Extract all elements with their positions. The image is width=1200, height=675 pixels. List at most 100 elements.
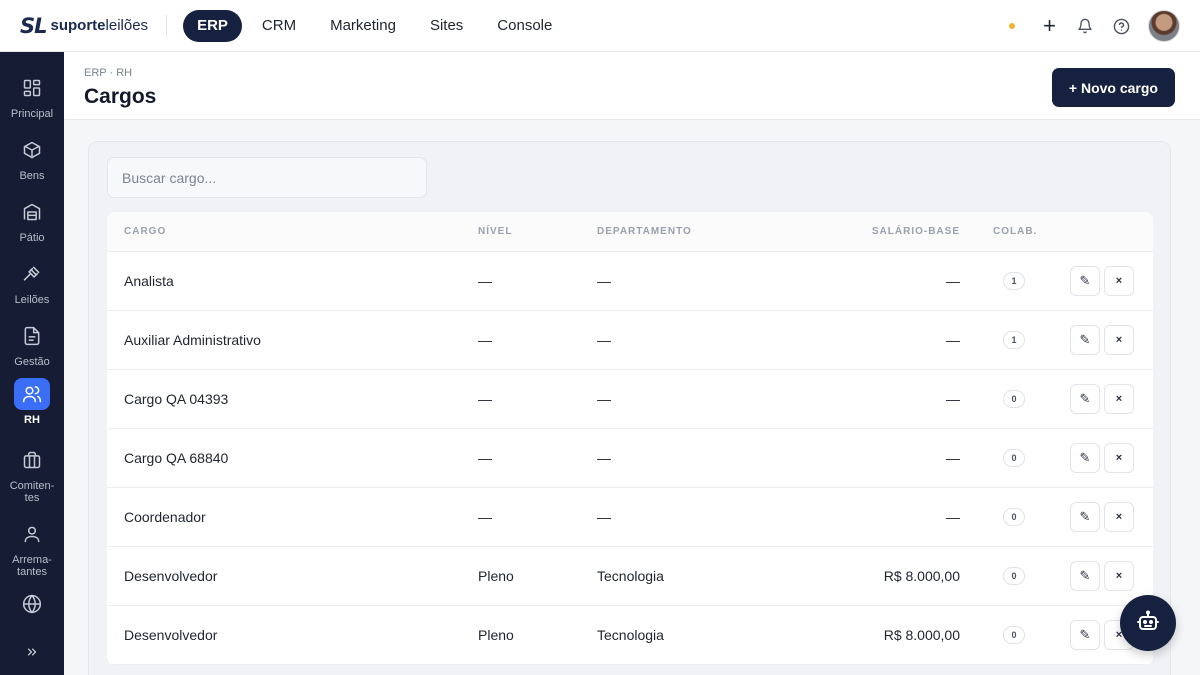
sidebar-item-label: Bens — [19, 170, 45, 182]
cell-nivel: Pleno — [478, 568, 514, 584]
sidebar-item-label: Principal — [10, 108, 54, 120]
delete-icon[interactable]: × — [1104, 502, 1134, 532]
sidebar-item-label: Pátio — [19, 232, 45, 244]
top-right-actions: + — [1009, 0, 1180, 52]
cell-salario: R$ 8.000,00 — [883, 568, 960, 584]
table-row[interactable]: Desenvolvedor Pleno Tecnologia R$ 8.000,00 0… — [107, 606, 1153, 665]
table-row[interactable]: Desenvolvedor Pleno Tecnologia R$ 8.000,00 0… — [107, 547, 1153, 606]
new-cargo-button[interactable]: + Novo cargo — [1051, 68, 1175, 107]
sidebar-item-leiloes[interactable]: Leilões — [0, 258, 64, 306]
table-row[interactable]: Auxiliar Administrativo — — — 1 ✎ × — [107, 311, 1153, 370]
table-row[interactable]: Coordenador — — — 0 ✎ × — [107, 488, 1153, 547]
double-chevron-right-icon[interactable] — [22, 642, 42, 662]
page-title: Cargos — [84, 85, 157, 108]
cell-cargo: Desenvolvedor — [124, 627, 218, 643]
delete-icon[interactable]: × — [1104, 325, 1134, 355]
sidebar-item-label: Gestão — [14, 356, 50, 368]
sidebar-item-gestao[interactable]: Gestão — [0, 320, 64, 368]
cell-departamento: — — [597, 391, 611, 407]
globe-icon — [14, 588, 50, 620]
edit-icon[interactable]: ✎ — [1070, 502, 1100, 532]
gavel-icon — [14, 258, 50, 290]
cell-cargo: Desenvolvedor — [124, 568, 218, 584]
delete-icon[interactable]: × — [1104, 266, 1134, 296]
table-row[interactable]: Cargo QA 04393 — — — 0 ✎ × — [107, 370, 1153, 429]
content-card: CARGO NÍVEL DEPARTAMENTO SALÁRIO-BASE CO… — [88, 141, 1171, 675]
edit-icon[interactable]: ✎ — [1070, 561, 1100, 591]
sidebar-item-principal[interactable]: Principal — [0, 72, 64, 120]
cell-salario: — — [946, 509, 960, 525]
column-header-colab[interactable]: COLAB. — [993, 226, 1037, 237]
cell-departamento: Tecnologia — [597, 627, 664, 643]
sidebar-item-rh[interactable]: RH — [0, 378, 64, 426]
help-icon[interactable] — [1112, 17, 1130, 35]
sidebar-item-arrematantes[interactable]: Arrema-tantes — [0, 518, 64, 578]
cell-nivel: — — [478, 509, 492, 525]
top-bar: SL suporteleilões ERP CRM Marketing Site… — [0, 0, 1200, 52]
status-dot — [1009, 23, 1016, 29]
cell-cargo: Auxiliar Administrativo — [124, 332, 261, 348]
top-nav: ERP CRM Marketing Sites Console — [183, 9, 566, 42]
sidebar-item-sites[interactable] — [0, 588, 64, 620]
edit-icon[interactable]: ✎ — [1070, 620, 1100, 650]
logo-text: suporteleilões — [50, 17, 149, 34]
cell-departamento: — — [597, 509, 611, 525]
robot-icon — [1136, 609, 1160, 638]
cell-nivel: — — [478, 391, 492, 407]
cell-cargo: Cargo QA 68840 — [124, 450, 229, 466]
top-nav-erp[interactable]: ERP — [183, 9, 242, 42]
breadcrumb: ERP · RH — [84, 67, 133, 79]
cell-departamento: — — [597, 273, 611, 289]
column-header-cargo[interactable]: CARGO — [124, 226, 166, 237]
colab-count-badge: 1 — [1003, 272, 1025, 290]
table-row[interactable]: Analista — — — 1 ✎ × — [107, 252, 1153, 311]
cell-departamento: Tecnologia — [597, 568, 664, 584]
delete-icon[interactable]: × — [1104, 384, 1134, 414]
table-body: Analista — — —1 ✎ × Auxiliar Administrativo — — —… — [107, 252, 1153, 665]
colab-count-badge: 0 — [1003, 567, 1025, 585]
edit-icon[interactable]: ✎ — [1070, 266, 1100, 296]
sidebar: Principal Bens Pátio Leilões Gestão RH C… — [0, 52, 64, 675]
plus-icon[interactable]: + — [1043, 15, 1056, 37]
top-nav-sites[interactable]: Sites — [416, 10, 477, 42]
colab-count-badge: 0 — [1003, 508, 1025, 526]
cell-cargo: Analista — [124, 273, 174, 289]
cell-salario: — — [946, 273, 960, 289]
users-icon — [14, 378, 50, 410]
top-nav-marketing[interactable]: Marketing — [316, 10, 410, 42]
edit-icon[interactable]: ✎ — [1070, 384, 1100, 414]
column-header-departamento[interactable]: DEPARTAMENTO — [597, 226, 692, 237]
page-header: ERP · RH Cargos + Novo cargo — [64, 52, 1200, 120]
logo-divider — [166, 14, 168, 37]
delete-icon[interactable]: × — [1104, 443, 1134, 473]
cell-salario: — — [946, 332, 960, 348]
edit-icon[interactable]: ✎ — [1070, 325, 1100, 355]
logo-mark: SL — [20, 13, 47, 38]
cell-cargo: Coordenador — [124, 509, 206, 525]
colab-count-badge: 1 — [1003, 331, 1025, 349]
sidebar-item-bens[interactable]: Bens — [0, 134, 64, 182]
cell-salario: — — [946, 450, 960, 466]
edit-icon[interactable]: ✎ — [1070, 443, 1100, 473]
cell-nivel: Pleno — [478, 627, 514, 643]
sidebar-item-patio[interactable]: Pátio — [0, 196, 64, 244]
assistant-button[interactable] — [1120, 595, 1176, 651]
document-icon — [14, 320, 50, 352]
cell-nivel: — — [478, 450, 492, 466]
cell-departamento: — — [597, 332, 611, 348]
colab-count-badge: 0 — [1003, 390, 1025, 408]
column-header-nivel[interactable]: NÍVEL — [478, 226, 512, 237]
avatar[interactable] — [1148, 10, 1180, 42]
delete-icon[interactable]: × — [1104, 561, 1134, 591]
sidebar-item-comitentes[interactable]: Comiten-tes — [0, 444, 64, 504]
search-input[interactable] — [107, 157, 427, 198]
table-row[interactable]: Cargo QA 68840 — — — 0 ✎ × — [107, 429, 1153, 488]
bell-icon[interactable] — [1076, 17, 1094, 35]
brand-logo[interactable]: SL suporteleilões — [20, 0, 148, 52]
sidebar-item-label: RH — [24, 414, 40, 426]
top-nav-console[interactable]: Console — [483, 10, 566, 42]
briefcase-icon — [14, 444, 50, 476]
top-nav-crm[interactable]: CRM — [248, 10, 310, 42]
column-header-salario[interactable]: SALÁRIO-BASE — [872, 226, 960, 237]
sidebar-item-label: Arrema-tantes — [12, 554, 52, 578]
